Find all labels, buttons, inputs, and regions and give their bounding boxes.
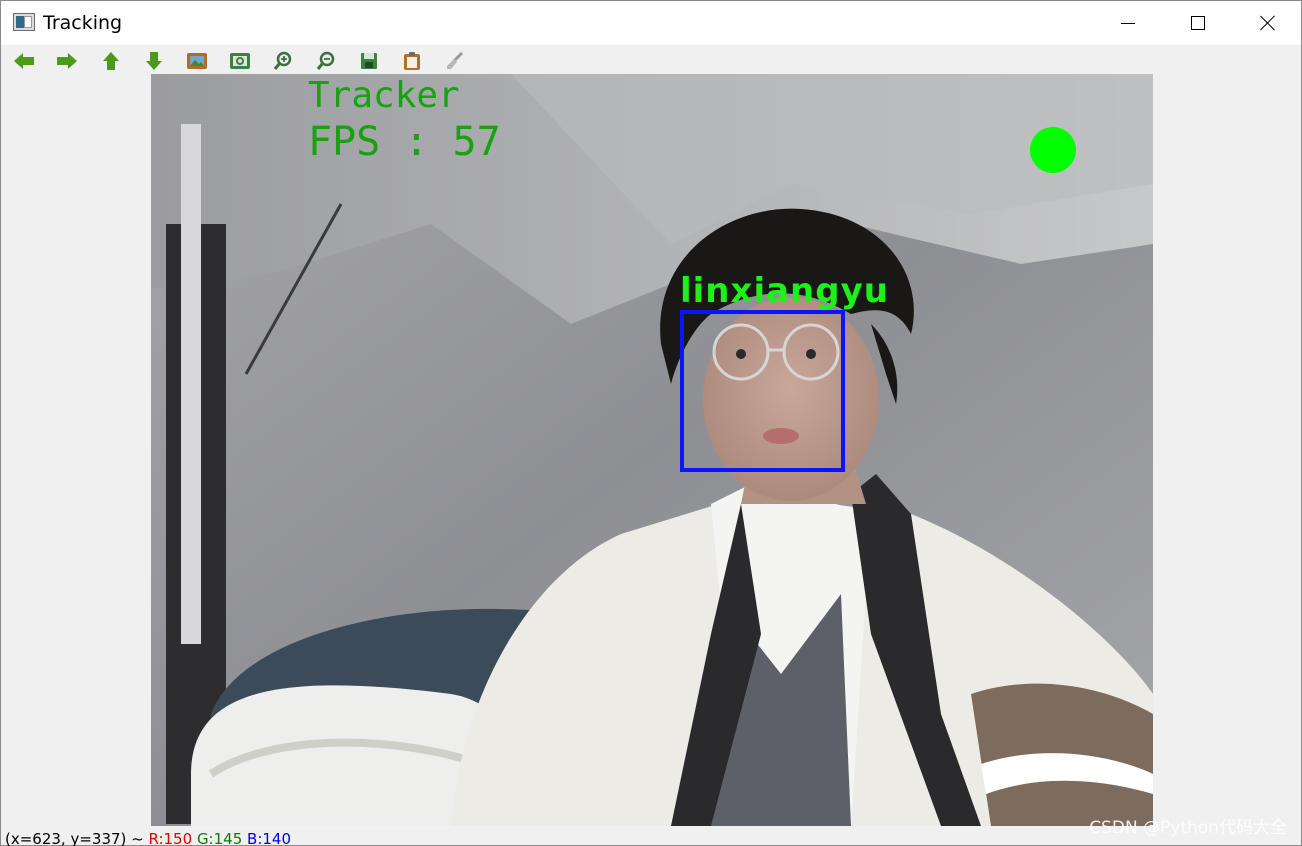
blue-value: B:140 xyxy=(247,830,292,846)
properties-button[interactable] xyxy=(442,49,468,73)
save-icon xyxy=(361,53,377,69)
arrow-right-icon xyxy=(57,53,77,69)
pan-down-button[interactable] xyxy=(141,49,167,73)
zoom-fit-icon xyxy=(230,53,250,69)
maximize-button[interactable] xyxy=(1163,1,1233,45)
zoom-original-button[interactable] xyxy=(184,49,210,73)
camera-image xyxy=(151,74,1153,826)
csdn-watermark: CSDN @Python代码大全 xyxy=(1089,818,1287,838)
fps-counter: FPS : 57 xyxy=(308,119,501,165)
brush-icon xyxy=(447,51,464,69)
zoom-out-icon xyxy=(316,51,335,70)
opencv-window-icon xyxy=(13,13,35,31)
minimize-button[interactable] xyxy=(1093,1,1163,45)
arrow-left-icon xyxy=(14,53,34,69)
zoom-fit-button[interactable] xyxy=(227,49,253,73)
pixel-readout: (x=623, y=337) ~ R:150 G:145 B:140 xyxy=(5,830,291,846)
clipboard-icon xyxy=(404,52,420,70)
window-title: Tracking xyxy=(43,12,123,34)
arrow-up-icon xyxy=(103,52,119,70)
zoom-in-icon xyxy=(273,51,292,70)
zoom-out-button[interactable] xyxy=(313,49,339,73)
tracker-label: Tracker xyxy=(308,75,460,116)
pan-up-button[interactable] xyxy=(98,49,124,73)
pan-right-button[interactable] xyxy=(54,49,80,73)
maximize-icon xyxy=(1191,16,1205,30)
image-icon xyxy=(187,53,207,69)
toolbar xyxy=(1,45,1301,75)
tracking-indicator-dot xyxy=(1030,127,1076,173)
close-icon xyxy=(1260,15,1276,31)
face-bounding-box xyxy=(680,310,845,472)
arrow-down-icon xyxy=(146,52,162,70)
copy-to-clipboard-button[interactable] xyxy=(399,49,425,73)
save-button[interactable] xyxy=(356,49,382,73)
tracking-window: Tracking Tracker FPS: 57 linxiangyu (x=… xyxy=(0,0,1302,846)
zoom-in-button[interactable] xyxy=(270,49,296,73)
cursor-position: (x=623, y=337) ~ xyxy=(5,830,149,846)
camera-frame[interactable]: Tracker FPS : 57 linxiangyu xyxy=(151,74,1153,826)
close-button[interactable] xyxy=(1233,1,1302,45)
status-bar: (x=623, y=337) ~ R:150 G:145 B:140 CSDN … xyxy=(1,818,1301,846)
pan-left-button[interactable] xyxy=(11,49,37,73)
face-name-label: linxiangyu xyxy=(680,271,889,311)
red-value: R:150 xyxy=(148,830,193,846)
green-value: G:145 xyxy=(196,830,243,846)
minimize-icon xyxy=(1121,22,1135,24)
title-bar[interactable]: Tracking xyxy=(1,1,1301,45)
